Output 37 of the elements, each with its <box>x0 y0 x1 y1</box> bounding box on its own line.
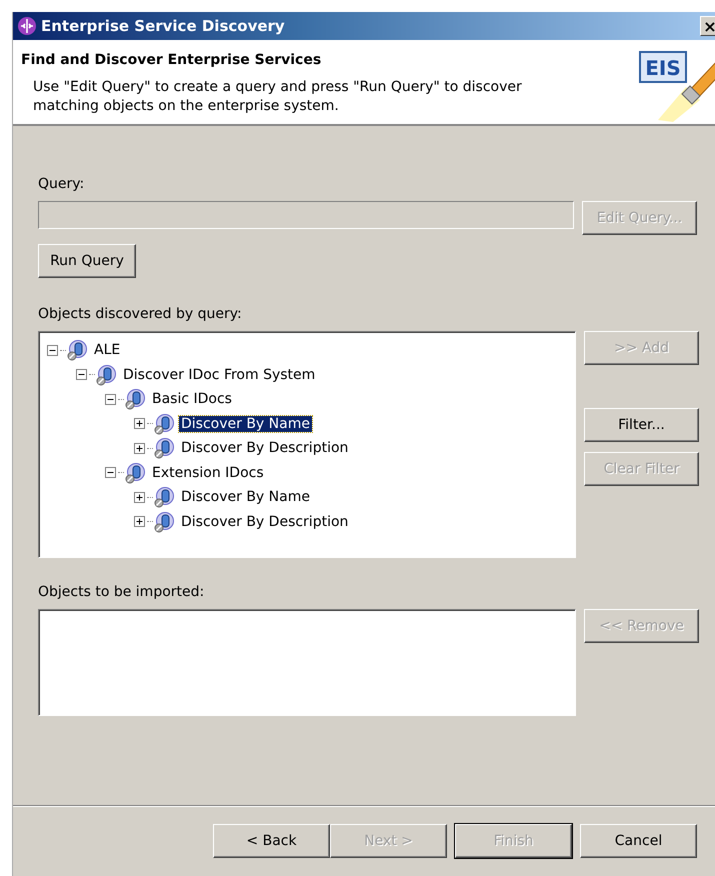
tree-item[interactable]: Discover By Name <box>179 489 312 506</box>
expand-icon[interactable] <box>134 492 145 503</box>
wizard-button[interactable]: < Back <box>213 824 330 858</box>
database-icon <box>153 412 175 435</box>
tree-item[interactable]: Discover By Description <box>179 440 350 456</box>
database-icon <box>153 437 175 460</box>
tree-item[interactable]: Discover By Name <box>179 416 312 432</box>
tree-item[interactable]: Discover IDoc From System <box>121 366 318 383</box>
imported-label: Objects to be imported: <box>38 584 206 602</box>
tree-item[interactable]: ALE <box>92 342 122 358</box>
expand-icon[interactable] <box>134 442 145 454</box>
discovered-label: Objects discovered by query: <box>38 306 243 324</box>
database-icon <box>153 510 175 533</box>
tree-item[interactable]: Basic IDocs <box>150 391 234 408</box>
page-title: Find and Discover Enterprise Services <box>21 52 322 68</box>
database-icon <box>153 486 175 508</box>
close-button[interactable]: × <box>700 16 715 36</box>
tree-item[interactable]: Discover By Description <box>179 514 350 530</box>
collapse-icon[interactable] <box>105 467 116 478</box>
page-description: Use "Edit Query" to create a query and press "Run Query" to discover matching objects on the enterprise system. <box>32 78 523 116</box>
tree-item[interactable]: Extension IDocs <box>150 464 266 481</box>
database-icon <box>124 462 146 484</box>
run-query-button[interactable]: Run Query <box>38 244 136 278</box>
action-button[interactable]: Filter... <box>584 408 699 442</box>
expand-icon[interactable] <box>134 516 145 528</box>
flashlight-logo: EIS <box>638 42 715 122</box>
collapse-icon[interactable] <box>47 344 58 356</box>
collapse-icon[interactable] <box>76 369 87 380</box>
database-icon <box>124 388 146 410</box>
app-icon <box>17 16 37 36</box>
wizard-button[interactable]: Cancel <box>580 824 697 858</box>
expand-icon[interactable] <box>134 418 145 430</box>
query-label: Query: <box>38 176 86 194</box>
window-title: Enterprise Service Discovery <box>41 17 286 35</box>
collapse-icon[interactable] <box>105 394 116 405</box>
database-icon <box>95 364 117 386</box>
database-icon <box>66 339 88 362</box>
